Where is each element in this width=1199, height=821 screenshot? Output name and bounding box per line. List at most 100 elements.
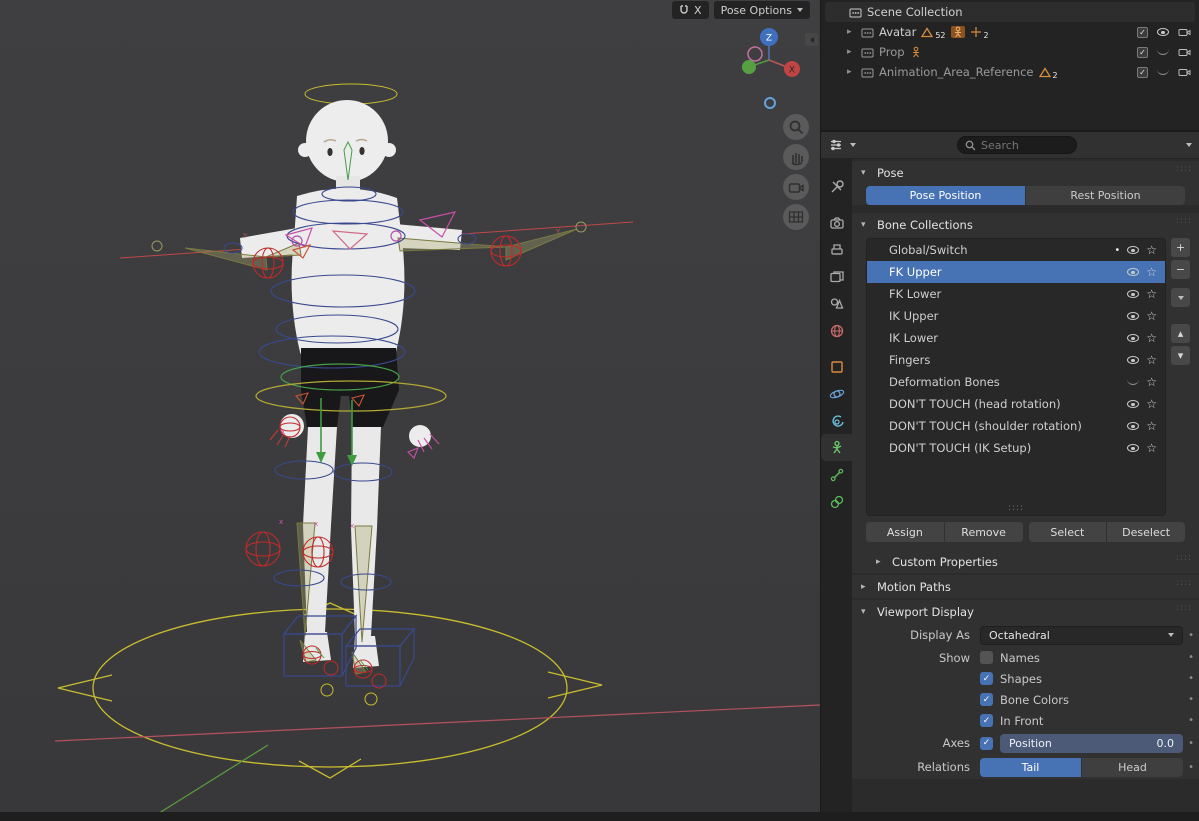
tab-bone[interactable] bbox=[821, 461, 852, 488]
visibility-eye-closed-icon[interactable] bbox=[1127, 379, 1139, 385]
visibility-eye-icon[interactable] bbox=[1127, 334, 1139, 342]
axis-y[interactable] bbox=[742, 60, 756, 74]
visibility-eye-icon[interactable] bbox=[1127, 444, 1139, 452]
region-collapse-button[interactable] bbox=[805, 33, 818, 46]
tab-tool[interactable] bbox=[821, 173, 852, 200]
camera-view-dot[interactable] bbox=[764, 97, 776, 109]
display-as-dropdown[interactable]: Octahedral bbox=[980, 626, 1183, 645]
list-item[interactable]: DON'T TOUCH (IK Setup)☆ bbox=[867, 437, 1165, 459]
tab-scene[interactable] bbox=[821, 290, 852, 317]
list-item-selected[interactable]: FK Upper☆ bbox=[867, 261, 1165, 283]
tail-button[interactable]: Tail bbox=[980, 758, 1081, 777]
exclude-checkbox[interactable]: ✓ bbox=[1137, 67, 1148, 78]
hide-eye-closed-icon[interactable] bbox=[1157, 69, 1169, 75]
deselect-button[interactable]: Deselect bbox=[1107, 522, 1185, 542]
outliner-row-scene-collection[interactable]: Scene Collection bbox=[825, 2, 1195, 22]
visibility-eye-icon[interactable] bbox=[1127, 246, 1139, 254]
camera-view-button[interactable] bbox=[783, 174, 809, 200]
visibility-eye-icon[interactable] bbox=[1127, 268, 1139, 276]
axis-neg-y[interactable] bbox=[748, 47, 762, 61]
zoom-button[interactable] bbox=[783, 114, 809, 140]
solo-star-icon[interactable]: ☆ bbox=[1146, 288, 1157, 300]
expand-arrow-icon[interactable]: ▸ bbox=[847, 47, 856, 57]
names-checkbox[interactable] bbox=[980, 651, 993, 664]
visibility-eye-icon[interactable] bbox=[1127, 356, 1139, 364]
root-control[interactable] bbox=[58, 603, 602, 778]
move-up-button[interactable]: ▴ bbox=[1171, 324, 1190, 343]
character-mesh[interactable] bbox=[240, 84, 462, 668]
viewport-display-header[interactable]: ▾ Viewport Display bbox=[852, 600, 1199, 623]
shapes-checkbox[interactable]: ✓ bbox=[980, 672, 993, 685]
list-item[interactable]: DON'T TOUCH (shoulder rotation)☆ bbox=[867, 415, 1165, 437]
expand-arrow-icon[interactable]: ▸ bbox=[847, 27, 856, 37]
solo-star-icon[interactable]: ☆ bbox=[1146, 420, 1157, 432]
specials-menu-button[interactable] bbox=[1171, 288, 1190, 307]
solo-star-icon[interactable]: ☆ bbox=[1146, 376, 1157, 388]
editor-type-chevron-icon[interactable] bbox=[850, 143, 856, 147]
camera-restrict-icon[interactable] bbox=[1178, 47, 1191, 57]
tab-object-data[interactable] bbox=[821, 434, 852, 461]
hide-eye-closed-icon[interactable] bbox=[1157, 49, 1169, 55]
ortho-toggle-button[interactable] bbox=[783, 204, 809, 230]
outliner-row-animation-area-reference[interactable]: ▸ Animation_Area_Reference 2 ✓ bbox=[825, 62, 1195, 82]
list-item[interactable]: Deformation Bones☆ bbox=[867, 371, 1165, 393]
left-arm-tip[interactable] bbox=[152, 241, 162, 251]
viewport-3d[interactable]: x x x x Y Y X Pose Options bbox=[0, 0, 820, 821]
list-item[interactable]: Fingers☆ bbox=[867, 349, 1165, 371]
pose-options-dropdown[interactable]: Pose Options bbox=[714, 1, 810, 19]
remove-collection-button[interactable]: − bbox=[1171, 260, 1190, 279]
solo-star-icon[interactable]: ☆ bbox=[1146, 332, 1157, 344]
tab-object[interactable] bbox=[821, 353, 852, 380]
solo-star-icon[interactable]: ☆ bbox=[1146, 354, 1157, 366]
visibility-eye-icon[interactable] bbox=[1127, 400, 1139, 408]
add-collection-button[interactable]: + bbox=[1171, 238, 1190, 257]
properties-editor-icon[interactable] bbox=[828, 137, 844, 153]
exclude-checkbox[interactable]: ✓ bbox=[1137, 27, 1148, 38]
motion-paths-header[interactable]: ▸ Motion Paths bbox=[852, 575, 1199, 598]
camera-restrict-icon[interactable] bbox=[1178, 27, 1191, 37]
assign-button[interactable]: Assign bbox=[866, 522, 944, 542]
rest-position-button[interactable]: Rest Position bbox=[1026, 186, 1185, 205]
list-item[interactable]: IK Lower☆ bbox=[867, 327, 1165, 349]
pan-button[interactable] bbox=[783, 144, 809, 170]
axes-position-slider[interactable]: Position 0.0 bbox=[1000, 734, 1183, 753]
solo-star-icon[interactable]: ☆ bbox=[1146, 310, 1157, 322]
search-box[interactable] bbox=[957, 136, 1077, 154]
tab-world[interactable] bbox=[821, 317, 852, 344]
pose-mode-scene[interactable]: x x x x Y Y bbox=[0, 0, 820, 821]
solo-star-icon[interactable]: ☆ bbox=[1146, 398, 1157, 410]
snap-toggle[interactable]: X bbox=[672, 1, 709, 19]
search-input[interactable] bbox=[981, 139, 1061, 152]
tab-modifiers[interactable] bbox=[821, 380, 852, 407]
outliner-row-avatar[interactable]: ▸ Avatar 52 2 ✓ bbox=[825, 22, 1195, 42]
list-item[interactable]: Global/Switch•☆ bbox=[867, 239, 1165, 261]
custom-properties-header[interactable]: ▸ Custom Properties bbox=[852, 550, 1199, 573]
select-button[interactable]: Select bbox=[1029, 522, 1107, 542]
solo-star-icon[interactable]: ☆ bbox=[1146, 244, 1157, 256]
list-item[interactable]: IK Upper☆ bbox=[867, 305, 1165, 327]
head-button[interactable]: Head bbox=[1082, 758, 1183, 777]
axes-checkbox[interactable]: ✓ bbox=[980, 737, 993, 750]
pose-position-button[interactable]: Pose Position bbox=[866, 186, 1025, 205]
tab-render[interactable] bbox=[821, 209, 852, 236]
solo-star-icon[interactable]: ☆ bbox=[1146, 266, 1157, 278]
outliner-row-prop[interactable]: ▸ Prop ✓ bbox=[825, 42, 1195, 62]
header-menu-chevron-icon[interactable] bbox=[1186, 143, 1192, 147]
tab-bone-constraints[interactable] bbox=[821, 488, 852, 515]
list-item[interactable]: DON'T TOUCH (head rotation)☆ bbox=[867, 393, 1165, 415]
visibility-eye-icon[interactable] bbox=[1127, 312, 1139, 320]
remove-button[interactable]: Remove bbox=[945, 522, 1023, 542]
navigation-gizmo[interactable]: Z X bbox=[736, 24, 808, 96]
camera-restrict-icon[interactable] bbox=[1178, 67, 1191, 77]
tab-output[interactable] bbox=[821, 236, 852, 263]
list-item[interactable]: FK Lower☆ bbox=[867, 283, 1165, 305]
active-armature-highlight[interactable] bbox=[951, 26, 965, 38]
move-down-button[interactable]: ▾ bbox=[1171, 346, 1190, 365]
solo-star-icon[interactable]: ☆ bbox=[1146, 442, 1157, 454]
pose-panel-header[interactable]: ▾ Pose bbox=[852, 161, 1199, 184]
tab-view-layer[interactable] bbox=[821, 263, 852, 290]
exclude-checkbox[interactable]: ✓ bbox=[1137, 47, 1148, 58]
expand-arrow-icon[interactable]: ▸ bbox=[847, 67, 856, 77]
right-arm-tip[interactable] bbox=[576, 222, 586, 232]
bone-colors-checkbox[interactable]: ✓ bbox=[980, 693, 993, 706]
